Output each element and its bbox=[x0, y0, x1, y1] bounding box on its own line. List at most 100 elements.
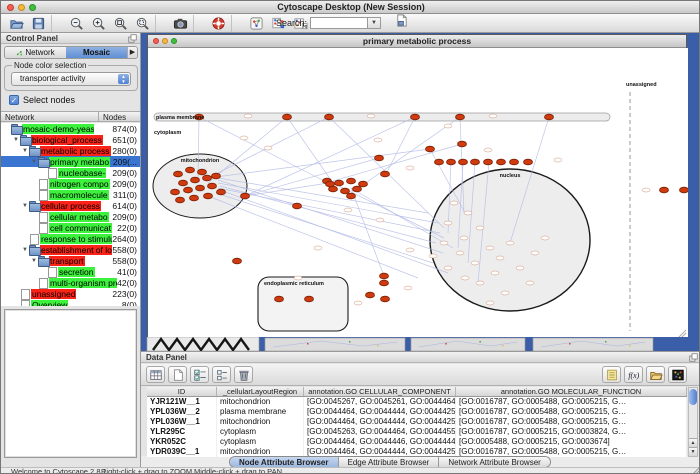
network-node[interactable] bbox=[233, 258, 242, 264]
resize-grip-icon[interactable] bbox=[692, 467, 700, 474]
network-node[interactable] bbox=[471, 159, 480, 165]
attribute-table-button[interactable] bbox=[146, 366, 165, 383]
network-node[interactable] bbox=[380, 273, 389, 279]
network-node[interactable] bbox=[191, 177, 200, 183]
canvas-resize-grip-icon[interactable] bbox=[679, 330, 686, 337]
tree-row[interactable]: Overview8(0) bbox=[1, 299, 140, 306]
network-node[interactable] bbox=[660, 187, 669, 193]
network-node[interactable] bbox=[524, 159, 533, 165]
network-canvas[interactable]: plasma membranecytoplasmmitochondrionnuc… bbox=[148, 48, 688, 337]
import-attributes-button[interactable] bbox=[646, 366, 665, 383]
tab-edge-attribute-browser[interactable]: Edge Attribute Browser bbox=[339, 457, 440, 467]
zoom-out-button[interactable] bbox=[66, 15, 86, 32]
disclosure-triangle-icon[interactable]: ▼ bbox=[21, 203, 29, 209]
table-scrollbar[interactable]: ▲ ▼ bbox=[688, 387, 698, 457]
delete-attribute-button[interactable] bbox=[234, 366, 253, 383]
unselect-attributes-button[interactable] bbox=[212, 366, 231, 383]
help-button[interactable] bbox=[208, 15, 228, 32]
tree-row[interactable]: ▼biological_process651(0) bbox=[1, 134, 140, 145]
network-node[interactable] bbox=[293, 203, 302, 209]
network-node[interactable] bbox=[190, 195, 199, 201]
column-header[interactable]: annotation.GO MOLECULAR_FUNCTION bbox=[456, 387, 687, 396]
network-node[interactable] bbox=[484, 159, 493, 165]
network-node[interactable] bbox=[275, 296, 284, 302]
tree-row[interactable]: secretion41(0) bbox=[1, 266, 140, 277]
network-node[interactable] bbox=[459, 159, 468, 165]
zoom-fit-button[interactable] bbox=[110, 15, 130, 32]
network-node[interactable] bbox=[179, 180, 188, 186]
tab-network[interactable]: Network bbox=[5, 47, 66, 58]
tree-row[interactable]: cell communicat22(0) bbox=[1, 222, 140, 233]
network-node[interactable] bbox=[184, 187, 193, 193]
network-node[interactable] bbox=[208, 183, 217, 189]
disclosure-triangle-icon[interactable]: ▼ bbox=[21, 247, 29, 253]
tree-row[interactable]: unassigned223(0) bbox=[1, 288, 140, 299]
network-node[interactable] bbox=[171, 189, 180, 195]
network-node[interactable] bbox=[203, 175, 212, 181]
network-node[interactable] bbox=[447, 159, 456, 165]
table-row[interactable]: YPL036W__2plasma membrane[GO:0044464, GO… bbox=[147, 407, 687, 417]
import-network-button[interactable] bbox=[391, 12, 411, 29]
node-color-select[interactable]: transporter activity ▲▼ bbox=[11, 72, 131, 86]
network-node[interactable] bbox=[497, 159, 506, 165]
tree-row[interactable]: multi-organism pro42(0) bbox=[1, 277, 140, 288]
network-node[interactable] bbox=[359, 181, 368, 187]
network-node[interactable] bbox=[375, 155, 384, 161]
network-node[interactable] bbox=[347, 178, 356, 184]
tree-row[interactable]: nitrogen compo209(0) bbox=[1, 178, 140, 189]
tree-row[interactable]: ▼establishment of lo558(0) bbox=[1, 244, 140, 255]
tree-row[interactable]: ▼primary metabo209(... bbox=[1, 156, 140, 167]
network-node[interactable] bbox=[545, 114, 554, 120]
column-header[interactable]: annotation.GO CELLULAR_COMPONENT bbox=[304, 387, 456, 396]
tree-row[interactable]: ▼cellular process614(0) bbox=[1, 200, 140, 211]
select-nodes-checkbox[interactable]: ✓ bbox=[9, 95, 19, 105]
network-node[interactable] bbox=[283, 114, 292, 120]
network-node[interactable] bbox=[458, 141, 467, 147]
network-node[interactable] bbox=[456, 114, 465, 120]
matrix-button[interactable] bbox=[668, 366, 687, 383]
network-node[interactable] bbox=[366, 292, 375, 298]
tree-row[interactable]: ▼metabolic process280(0) bbox=[1, 145, 140, 156]
new-attribute-button[interactable] bbox=[168, 366, 187, 383]
network-node[interactable] bbox=[381, 296, 390, 302]
column-header[interactable]: _cellularLayoutRegion bbox=[217, 387, 304, 396]
scrollbar-thumb[interactable] bbox=[689, 389, 697, 405]
network-window-titlebar[interactable]: primary metabolic process bbox=[148, 35, 686, 48]
table-row[interactable]: YPL036W__1mitochondrion[GO:0044464, GO:0… bbox=[147, 417, 687, 427]
network-node[interactable] bbox=[335, 180, 344, 186]
network-node[interactable] bbox=[435, 159, 444, 165]
table-row[interactable]: YKR052Ccytoplasm[GO:0044464, GO:0044446,… bbox=[147, 437, 687, 447]
network-node[interactable] bbox=[198, 169, 207, 175]
network-node[interactable] bbox=[305, 296, 314, 302]
save-session-button[interactable] bbox=[28, 15, 48, 32]
tree-row[interactable]: ▼transport558(0) bbox=[1, 255, 140, 266]
tree-row[interactable]: nucleobase-209(0) bbox=[1, 167, 140, 178]
table-row[interactable]: YJR121W__1mitochondrion[GO:0045267, GO:0… bbox=[147, 397, 687, 407]
network-node[interactable] bbox=[204, 193, 213, 199]
snapshot-button[interactable] bbox=[170, 15, 190, 32]
tree-row[interactable]: macromolecule311(0) bbox=[1, 189, 140, 200]
network-node[interactable] bbox=[680, 187, 689, 193]
scroll-down-button[interactable]: ▼ bbox=[689, 447, 697, 456]
formula-button[interactable]: f(x) bbox=[624, 366, 643, 383]
tree-column-network[interactable]: Network bbox=[1, 112, 99, 121]
network-node[interactable] bbox=[341, 188, 350, 194]
tab-node-attribute-browser[interactable]: Node Attribute Browser bbox=[230, 457, 339, 467]
search-options-dropdown[interactable]: ▼ bbox=[368, 17, 381, 29]
table-row[interactable]: YLR295Ccytoplasm[GO:0045263, GO:0044464,… bbox=[147, 427, 687, 437]
network-node[interactable] bbox=[326, 181, 335, 187]
network-node[interactable] bbox=[325, 114, 334, 120]
network-node[interactable] bbox=[176, 197, 185, 203]
scroll-up-button[interactable]: ▲ bbox=[689, 438, 697, 447]
network-node[interactable] bbox=[353, 186, 362, 192]
network-node[interactable] bbox=[426, 146, 435, 152]
disclosure-triangle-icon[interactable]: ▼ bbox=[12, 137, 20, 143]
network-node[interactable] bbox=[212, 173, 221, 179]
zoom-selected-button[interactable] bbox=[132, 15, 152, 32]
network-manager-button[interactable] bbox=[246, 15, 266, 32]
float-panel-icon[interactable] bbox=[128, 34, 137, 43]
disclosure-triangle-icon[interactable]: ▼ bbox=[21, 148, 29, 154]
network-node[interactable] bbox=[510, 159, 519, 165]
network-node[interactable] bbox=[241, 193, 250, 199]
network-node[interactable] bbox=[381, 171, 390, 177]
